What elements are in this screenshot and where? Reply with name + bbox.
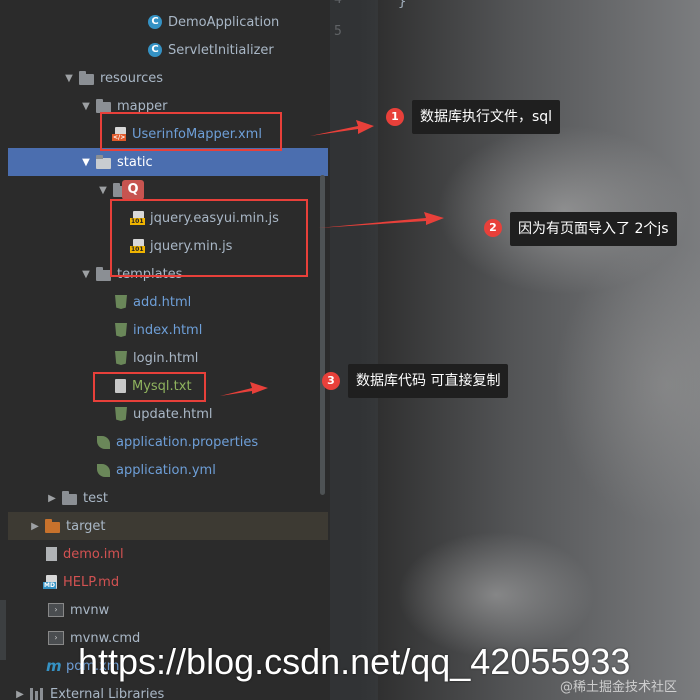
html-file-icon <box>115 351 127 365</box>
watermark-juejin: @稀土掘金技术社区 <box>560 680 678 695</box>
chevron-down-icon[interactable]: ▼ <box>80 269 92 280</box>
highlight-box-mapper-xml <box>100 112 282 151</box>
tree-item-mvnw[interactable]: › mvnw <box>0 596 109 624</box>
shell-file-icon: › <box>48 603 64 617</box>
folder-icon <box>62 490 77 505</box>
tree-item-label: DemoApplication <box>168 14 280 30</box>
arrow-annotation-3 <box>220 382 268 396</box>
tree-item-static[interactable]: ▼ static <box>8 148 328 176</box>
shell-file-icon: › <box>48 631 64 645</box>
arrow-annotation-1 <box>310 120 374 136</box>
tree-item-label: HELP.md <box>63 574 120 590</box>
annotation-note-3: 数据库代码 可直接复制 <box>348 364 509 398</box>
tree-item-add-html[interactable]: add.html <box>0 288 191 316</box>
html-file-icon <box>115 323 127 337</box>
tree-item-update-html[interactable]: update.html <box>0 400 213 428</box>
tree-item-external-libraries[interactable]: ▶ External Libraries <box>0 680 164 700</box>
tree-item-label: update.html <box>133 406 213 422</box>
folder-icon <box>96 98 111 113</box>
line-number: 5 <box>334 24 342 39</box>
java-class-icon: C <box>148 15 162 29</box>
highlight-box-mysql-txt <box>93 372 206 402</box>
highlight-box-js-files <box>110 199 308 277</box>
html-file-icon <box>115 407 127 421</box>
tree-item-login-html[interactable]: login.html <box>0 344 198 372</box>
tree-item-resources[interactable]: ▼ resources <box>0 64 163 92</box>
tree-item-label: login.html <box>133 350 199 366</box>
watermark-url: https://blog.csdn.net/qq_42055933 <box>78 641 631 682</box>
tree-item-label: demo.iml <box>63 546 124 562</box>
tree-item-application-yml[interactable]: application.yml <box>0 456 216 484</box>
structure-side-tab[interactable] <box>0 600 6 660</box>
annotation-badge-1: 1 <box>386 108 404 126</box>
tree-item-target[interactable]: ▶ target <box>8 512 328 540</box>
tree-item-label: test <box>83 490 108 506</box>
tree-item-label: resources <box>100 70 164 86</box>
tree-item-label: target <box>66 518 106 534</box>
chevron-down-icon[interactable]: ▼ <box>80 157 92 168</box>
arrow-annotation-2 <box>318 212 444 228</box>
tree-item-label: static <box>117 154 153 170</box>
tree-item-label: index.html <box>133 322 203 338</box>
search-icon[interactable]: Q <box>122 180 144 200</box>
html-file-icon <box>115 295 127 309</box>
tree-item-label: ServletInitializer <box>168 42 274 58</box>
spring-config-icon <box>97 435 110 449</box>
line-number: 4 <box>334 0 342 7</box>
tree-item-label: External Libraries <box>50 686 165 700</box>
tree-item-demo-iml[interactable]: demo.iml <box>0 540 124 568</box>
spring-config-icon <box>97 463 110 477</box>
chevron-down-icon[interactable]: ▼ <box>80 101 92 112</box>
tree-item-help-md[interactable]: MD HELP.md <box>0 568 119 596</box>
tree-item-application-properties[interactable]: application.properties <box>0 428 258 456</box>
tree-item-label: application.yml <box>116 462 216 478</box>
chevron-down-icon[interactable]: ▼ <box>63 73 75 84</box>
chevron-right-icon[interactable]: ▶ <box>14 689 26 700</box>
folder-icon <box>96 154 111 169</box>
tree-item-test[interactable]: ▶ test <box>0 484 108 512</box>
markdown-file-icon: MD <box>43 575 57 589</box>
java-class-icon: C <box>148 43 162 57</box>
libraries-icon <box>30 688 44 700</box>
chevron-down-icon[interactable]: ▼ <box>97 185 109 196</box>
tree-item-servletinitializer[interactable]: C ServletInitializer <box>0 36 274 64</box>
annotation-badge-2: 2 <box>484 219 502 237</box>
folder-icon <box>45 518 60 533</box>
tree-item-label: mvnw <box>70 602 110 618</box>
folder-icon <box>79 70 94 85</box>
iml-file-icon <box>46 547 57 561</box>
annotation-badge-3: 3 <box>322 372 340 390</box>
tree-item-index-html[interactable]: index.html <box>0 316 202 344</box>
folder-icon <box>96 266 111 281</box>
tree-item-demoapplication[interactable]: C DemoApplication <box>0 8 279 36</box>
tree-item-label: add.html <box>133 294 192 310</box>
annotation-note-1: 数据库执行文件，sql <box>412 100 561 134</box>
tree-item-label: application.properties <box>116 434 259 450</box>
chevron-right-icon[interactable]: ▶ <box>46 493 58 504</box>
annotation-note-2: 因为有页面导入了 2个js <box>510 212 677 246</box>
project-tree-panel: C DemoApplication C ServletInitializer ▼… <box>0 0 330 700</box>
maven-icon: m <box>46 657 62 675</box>
chevron-right-icon[interactable]: ▶ <box>29 521 41 532</box>
